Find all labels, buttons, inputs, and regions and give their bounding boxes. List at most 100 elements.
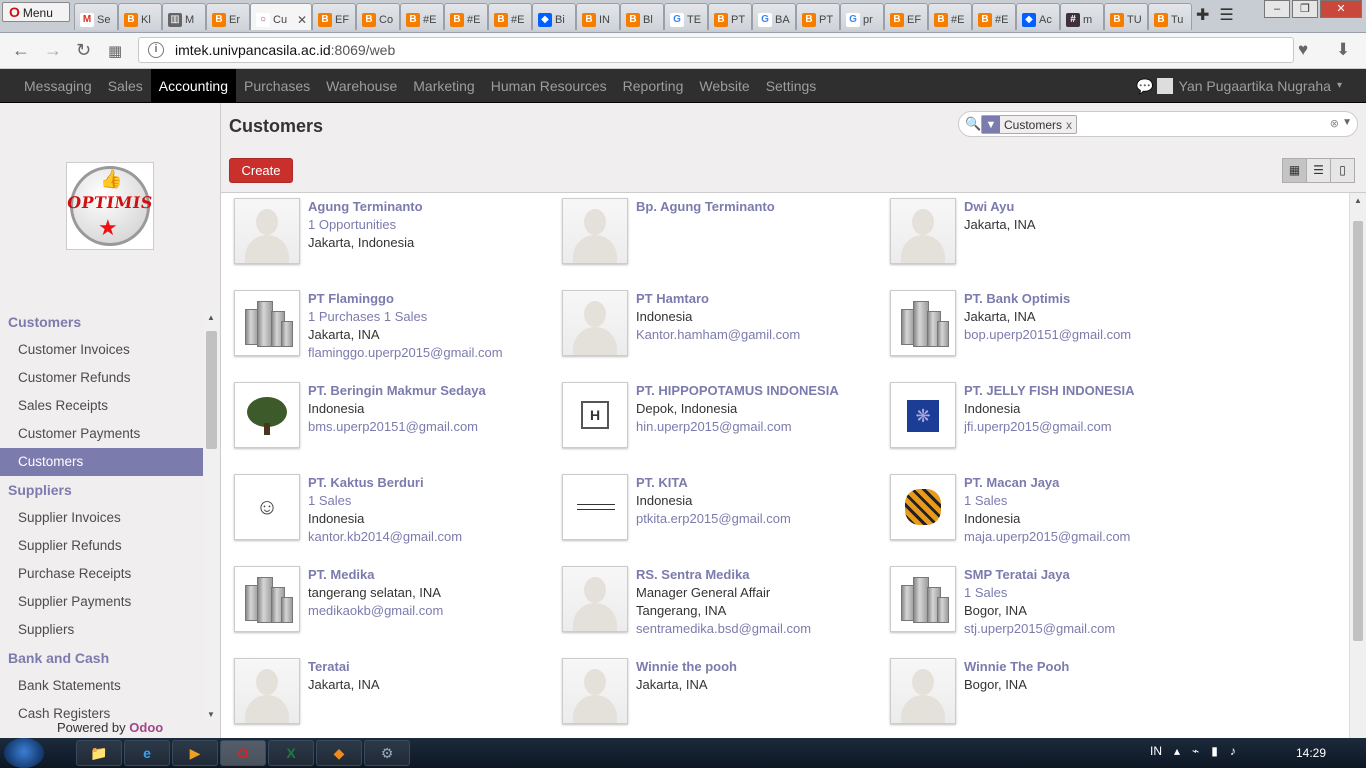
create-button[interactable]: Create: [229, 158, 293, 183]
customer-name[interactable]: Dwi Ayu: [964, 198, 1210, 216]
browser-tab[interactable]: B Bl: [620, 3, 664, 30]
browser-tab[interactable]: B IN: [576, 3, 620, 30]
browser-tab[interactable]: B Er: [206, 3, 250, 30]
remove-facet-icon[interactable]: x: [1066, 116, 1076, 133]
sidebar-item-suppliers[interactable]: Suppliers: [0, 616, 203, 644]
browser-tab[interactable]: B PT: [796, 3, 840, 30]
chat-icon[interactable]: 💬: [1136, 78, 1153, 95]
browser-tab[interactable]: B PT: [708, 3, 752, 30]
forward-icon[interactable]: →: [44, 40, 62, 61]
sidebar-item-supplier-payments[interactable]: Supplier Payments: [0, 588, 203, 616]
browser-tab[interactable]: B TU: [1104, 3, 1148, 30]
sidebar-item-customer-payments[interactable]: Customer Payments: [0, 420, 203, 448]
customer-card[interactable]: PT. KITA Indonesia ptkita.erp2015@gmail.co…: [562, 474, 882, 562]
customer-card[interactable]: Winnie The Pooh Bogor, INA: [890, 658, 1210, 738]
tab-menu-icon[interactable]: ☰: [1219, 5, 1233, 25]
maximize-icon[interactable]: ❐: [1292, 0, 1318, 18]
reload-icon[interactable]: ↻: [76, 40, 91, 61]
sidebar-item-customer-invoices[interactable]: Customer Invoices: [0, 336, 203, 364]
taskbar-tool-icon[interactable]: ⚙: [364, 740, 410, 766]
taskbar-media-icon[interactable]: ▶: [172, 740, 218, 766]
top-menu-marketing[interactable]: Marketing: [405, 69, 482, 103]
clock[interactable]: 14:29: [1296, 746, 1326, 760]
top-menu-human-resources[interactable]: Human Resources: [483, 69, 615, 103]
customer-stats-link[interactable]: 1 Sales: [308, 492, 554, 510]
language-indicator[interactable]: IN: [1150, 744, 1162, 758]
sidebar-section-customers[interactable]: Customers: [0, 308, 203, 336]
search-bar[interactable]: 🔍 ▼ Customers x ⊗ ▼: [958, 111, 1358, 137]
customer-card[interactable]: Agung Terminanto 1 Opportunities Jakarta, …: [234, 198, 554, 286]
tray-arrow-icon[interactable]: ▴: [1174, 744, 1180, 758]
sidebar-item-purchase-receipts[interactable]: Purchase Receipts: [0, 560, 203, 588]
customer-name[interactable]: PT. Bank Optimis: [964, 290, 1210, 308]
taskbar-opera-icon[interactable]: O: [220, 740, 266, 766]
customer-name[interactable]: Teratai: [308, 658, 554, 676]
user-menu[interactable]: Yan Pugaartika Nugraha ▾: [1156, 69, 1342, 103]
sidebar-item-supplier-refunds[interactable]: Supplier Refunds: [0, 532, 203, 560]
customer-card[interactable]: SMP Teratai Jaya 1 Sales Bogor, INA stj.upe…: [890, 566, 1210, 654]
kanban-scrollbar[interactable]: ▲ ≡: [1349, 193, 1366, 738]
customer-card[interactable]: ☺ PT. Kaktus Berduri 1 Sales Indonesia kanto…: [234, 474, 554, 562]
customer-card[interactable]: PT Hamtaro Indonesia Kantor.hamham@gamil.c…: [562, 290, 882, 378]
browser-tab[interactable]: G TE: [664, 3, 708, 30]
customer-stats-link[interactable]: 1 Sales: [964, 584, 1210, 602]
customer-name[interactable]: PT. JELLY FISH INDONESIA: [964, 382, 1210, 400]
customer-card[interactable]: Dwi Ayu Jakarta, INA: [890, 198, 1210, 286]
sidebar-section-bank-and-cash[interactable]: Bank and Cash: [0, 644, 203, 672]
customer-name[interactable]: PT Hamtaro: [636, 290, 882, 308]
odoo-link[interactable]: Odoo: [129, 720, 163, 735]
power-icon[interactable]: ⌁: [1192, 744, 1199, 758]
customer-name[interactable]: PT. Medika: [308, 566, 554, 584]
top-menu-sales[interactable]: Sales: [100, 69, 151, 103]
scroll-down-icon[interactable]: ▼: [207, 710, 215, 719]
customer-name[interactable]: PT. Macan Jaya: [964, 474, 1210, 492]
browser-tab[interactable]: M Se: [74, 3, 118, 30]
taskbar-excel-icon[interactable]: X: [268, 740, 314, 766]
url-field[interactable]: i imtek.univpancasila.ac.id:8069/web: [138, 37, 1294, 63]
customer-name[interactable]: PT Flaminggo: [308, 290, 554, 308]
browser-menu-button[interactable]: O Menu: [2, 2, 70, 22]
browser-tab[interactable]: B EF: [312, 3, 356, 30]
top-menu-settings[interactable]: Settings: [758, 69, 825, 103]
minimize-icon[interactable]: –: [1264, 0, 1290, 18]
network-icon[interactable]: ▮: [1211, 744, 1218, 758]
customer-card[interactable]: ❋ PT. JELLY FISH INDONESIA Indonesia jfi.up…: [890, 382, 1210, 470]
customer-card[interactable]: RS. Sentra Medika Manager General Affair T…: [562, 566, 882, 654]
form-view-icon[interactable]: ▯: [1330, 158, 1355, 183]
browser-tab[interactable]: B #E: [972, 3, 1016, 30]
close-tab-icon[interactable]: ✕: [297, 13, 307, 27]
scroll-up-icon[interactable]: ▲: [1354, 196, 1362, 205]
customer-card[interactable]: Bp. Agung Terminanto: [562, 198, 882, 286]
customer-name[interactable]: PT. HIPPOPOTAMUS INDONESIA: [636, 382, 882, 400]
customer-card[interactable]: Teratai Jakarta, INA: [234, 658, 554, 738]
browser-tab[interactable]: ○ Cu ✕: [250, 3, 312, 30]
sidebar-item-customer-refunds[interactable]: Customer Refunds: [0, 364, 203, 392]
top-menu-messaging[interactable]: Messaging: [16, 69, 100, 103]
customer-card[interactable]: PT Flaminggo 1 Purchases 1 Sales Jakarta, …: [234, 290, 554, 378]
customer-name[interactable]: Agung Terminanto: [308, 198, 554, 216]
browser-tab[interactable]: B #E: [400, 3, 444, 30]
customer-card[interactable]: PT. Macan Jaya 1 Sales Indonesia maja.uperp…: [890, 474, 1210, 562]
download-icon[interactable]: ⬇: [1336, 40, 1350, 60]
clear-search-icon[interactable]: ⊗: [1330, 117, 1339, 130]
site-info-icon[interactable]: i: [148, 42, 164, 58]
customer-card[interactable]: H PT. HIPPOPOTAMUS INDONESIA Depok, Indone…: [562, 382, 882, 470]
taskbar-ie-icon[interactable]: e: [124, 740, 170, 766]
browser-tab[interactable]: # m: [1060, 3, 1104, 30]
sidebar-item-customers[interactable]: Customers: [0, 448, 203, 476]
browser-tab[interactable]: B #E: [444, 3, 488, 30]
back-icon[interactable]: ←: [12, 40, 30, 61]
sidebar-item-bank-statements[interactable]: Bank Statements: [0, 672, 203, 700]
customer-name[interactable]: PT. Kaktus Berduri: [308, 474, 554, 492]
start-button[interactable]: [4, 738, 44, 768]
sidebar-section-suppliers[interactable]: Suppliers: [0, 476, 203, 504]
customer-card[interactable]: PT. Medika tangerang selatan, INA medikaok…: [234, 566, 554, 654]
customer-card[interactable]: PT. Bank Optimis Jakarta, INA bop.uperp201…: [890, 290, 1210, 378]
top-menu-accounting[interactable]: Accounting: [150, 69, 237, 103]
browser-tab[interactable]: B Co: [356, 3, 400, 30]
browser-tab[interactable]: Gpr: [840, 3, 884, 30]
customer-stats-link[interactable]: 1 Opportunities: [308, 216, 554, 234]
browser-tab[interactable]: ◆ Bi: [532, 3, 576, 30]
kanban-view-icon[interactable]: ▦: [1282, 158, 1307, 183]
customer-name[interactable]: PT. KITA: [636, 474, 882, 492]
